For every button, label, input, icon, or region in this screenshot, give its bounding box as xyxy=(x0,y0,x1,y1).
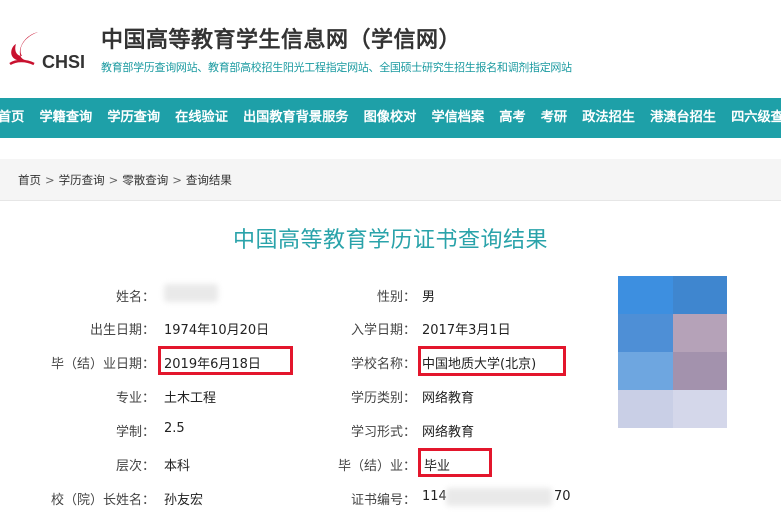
photo-mosaic-cell xyxy=(673,314,727,352)
level-value: 本科 xyxy=(164,459,191,474)
photo-mosaic-cell xyxy=(618,390,673,428)
breadcrumb-bar: 首页 > 学历查询 > 零散查询 > 查询结果 xyxy=(0,159,781,201)
photo-mosaic-cell xyxy=(618,352,673,390)
nav-item-image-check[interactable]: 图像校对 xyxy=(359,98,422,138)
nav-item-degree-query[interactable]: 学历查询 xyxy=(102,98,165,138)
student-photo xyxy=(618,276,727,428)
birth-date-label: 出生日期： xyxy=(89,323,155,338)
president-name-value: 孙友宏 xyxy=(164,493,204,508)
chsi-logo-icon[interactable] xyxy=(8,30,42,70)
study-length-label: 学制： xyxy=(115,425,155,440)
nav-item-hkmt-admission[interactable]: 港澳台招生 xyxy=(645,98,721,138)
logo-text[interactable]: CHSI xyxy=(42,52,85,73)
certificate-number-suffix: 70 xyxy=(554,489,571,504)
nav-item-gaokao[interactable]: 高考 xyxy=(494,98,530,138)
nav-item-law-admission[interactable]: 政法招生 xyxy=(577,98,640,138)
level-label: 层次： xyxy=(115,459,155,474)
gender-value: 男 xyxy=(422,290,436,305)
study-form-value: 网络教育 xyxy=(422,425,475,440)
study-length-value: 2.5 xyxy=(164,421,185,436)
nav-item-kaoyan[interactable]: 考研 xyxy=(536,98,572,138)
president-name-label: 校（院）长姓名： xyxy=(50,493,155,508)
name-label: 姓名： xyxy=(115,290,155,305)
major-label: 专业： xyxy=(115,391,155,406)
photo-mosaic-cell xyxy=(673,352,727,390)
certificate-number-label: 证书编号： xyxy=(350,493,416,508)
education-type-label: 学历类别： xyxy=(350,391,416,406)
nav-item-cet-score[interactable]: 四六级查分 xyxy=(726,98,781,138)
breadcrumb-home[interactable]: 首页 xyxy=(18,173,41,187)
nav-item-online-verify[interactable]: 在线验证 xyxy=(170,98,233,138)
photo-mosaic-cell xyxy=(618,276,673,314)
graduation-status-label: 毕（结）业： xyxy=(337,459,416,474)
breadcrumb: 首页 > 学历查询 > 零散查询 > 查询结果 xyxy=(18,172,232,188)
nav-item-archive[interactable]: 学信档案 xyxy=(426,98,489,138)
school-name-label: 学校名称： xyxy=(350,357,416,372)
breadcrumb-degree-query[interactable]: 学历查询 xyxy=(59,173,105,187)
site-subtitle: 教育部学历查询网站、教育部高校招生阳光工程指定网站、全国硕士研究生招生报名和调剂… xyxy=(101,61,572,74)
name-value-redacted xyxy=(164,284,218,302)
photo-mosaic-cell xyxy=(618,314,673,352)
site-title: 中国高等教育学生信息网（学信网） xyxy=(101,28,462,53)
breadcrumb-separator: > xyxy=(172,173,182,187)
main-nav: 首页 学籍查询 学历查询 在线验证 出国教育背景服务 图像校对 学信档案 高考 … xyxy=(0,98,781,138)
study-form-label: 学习形式： xyxy=(350,425,416,440)
site-header: CHSI 中国高等教育学生信息网（学信网） 教育部学历查询网站、教育部高校招生阳… xyxy=(0,0,781,98)
certificate-number-redacted xyxy=(446,488,552,506)
nav-item-student-status[interactable]: 学籍查询 xyxy=(34,98,97,138)
breadcrumb-separator: > xyxy=(108,173,119,187)
breadcrumb-separator: > xyxy=(45,173,55,187)
nav-item-home[interactable]: 首页 xyxy=(0,98,29,138)
graduation-date-highlight xyxy=(158,346,293,375)
gender-label: 性别： xyxy=(376,290,416,305)
graduation-date-label: 毕（结）业日期： xyxy=(50,357,155,372)
nav-item-abroad-service[interactable]: 出国教育背景服务 xyxy=(238,98,354,138)
enrollment-date-value: 2017年3月1日 xyxy=(422,323,511,338)
certificate-number-prefix: 114 xyxy=(422,489,447,504)
breadcrumb-single-query[interactable]: 零散查询 xyxy=(122,173,168,187)
breadcrumb-current: 查询结果 xyxy=(185,173,232,187)
photo-mosaic-cell xyxy=(673,390,727,428)
education-type-value: 网络教育 xyxy=(422,391,475,406)
result-title: 中国高等教育学历证书查询结果 xyxy=(232,228,548,253)
school-name-highlight xyxy=(418,346,566,376)
graduation-status-highlight xyxy=(418,448,492,477)
photo-mosaic-cell xyxy=(673,276,727,314)
birth-date-value: 1974年10月20日 xyxy=(164,323,270,338)
enrollment-date-label: 入学日期： xyxy=(350,323,416,338)
major-value: 土木工程 xyxy=(164,391,217,406)
